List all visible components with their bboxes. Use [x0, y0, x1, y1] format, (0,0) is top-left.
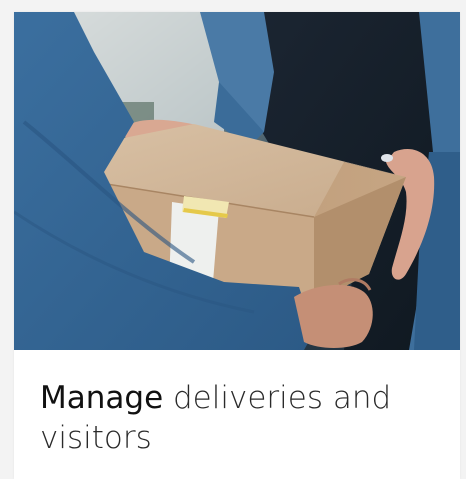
delivery-photo: [14, 12, 460, 350]
card-title: Manage deliveries and visitors: [40, 378, 440, 458]
feature-card[interactable]: Manage deliveries and visitors: [14, 12, 460, 479]
card-title-bold: Manage: [40, 380, 164, 416]
